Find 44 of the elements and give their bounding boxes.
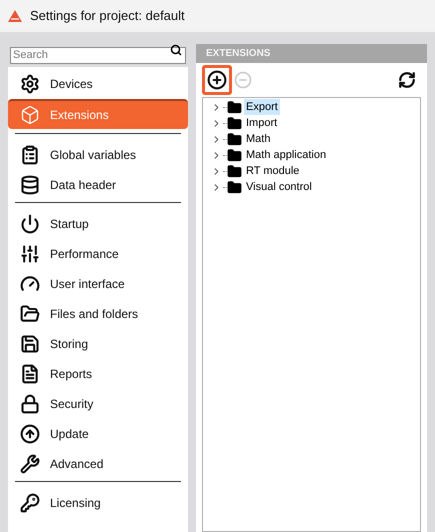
app-logo-icon [8, 10, 22, 22]
gear-icon [20, 74, 40, 94]
sidebar-item[interactable]: Reports [8, 359, 188, 389]
folder-icon [227, 100, 242, 114]
folder-icon [227, 164, 242, 178]
tree-item[interactable]: Math [244, 130, 272, 148]
sidebar-item[interactable]: Storing [8, 329, 188, 359]
power-icon [20, 214, 40, 234]
sidebar-item[interactable]: Security [8, 389, 188, 419]
sidebar-item[interactable]: Global variables [8, 140, 188, 170]
lock-icon [20, 394, 40, 414]
sliders-icon [20, 244, 40, 264]
folder-icon [227, 132, 242, 146]
folder-icon [20, 304, 40, 324]
sidebar-item[interactable]: Advanced [8, 449, 188, 479]
key-icon [20, 493, 40, 513]
search-icon [170, 44, 182, 56]
sidebar-item[interactable]: Update [8, 419, 188, 449]
folder-icon [227, 148, 242, 162]
sidebar-item[interactable]: Performance [8, 239, 188, 269]
sidebar-item[interactable]: User interface [8, 269, 188, 299]
wrench-icon [20, 454, 40, 474]
clipboard-icon [20, 145, 40, 165]
search-field[interactable]: Search [10, 46, 186, 64]
panel-title: EXTENSIONS [206, 47, 270, 61]
add-button[interactable] [202, 65, 232, 95]
tree-item[interactable]: Import [244, 114, 280, 132]
database-icon [20, 175, 40, 195]
tree-item[interactable]: Math application [244, 146, 328, 164]
window-title: Settings for project: default [30, 7, 185, 26]
tree-item[interactable]: RT module [244, 162, 302, 180]
folder-icon [227, 180, 242, 194]
folder-icon [227, 116, 242, 130]
gauge-icon [20, 274, 40, 294]
cube-icon [20, 105, 40, 125]
document-icon [20, 364, 40, 384]
upload-icon [20, 424, 40, 444]
tree-item[interactable]: Export [244, 98, 280, 116]
sidebar-item[interactable]: Data header [8, 170, 188, 200]
sidebar-item[interactable]: Licensing [8, 488, 188, 518]
tree-item[interactable]: Visual control [244, 178, 314, 196]
sidebar-item[interactable]: Startup [8, 209, 188, 239]
sidebar-item[interactable]: Devices [8, 69, 188, 99]
sidebar-item[interactable]: Files and folders [8, 299, 188, 329]
